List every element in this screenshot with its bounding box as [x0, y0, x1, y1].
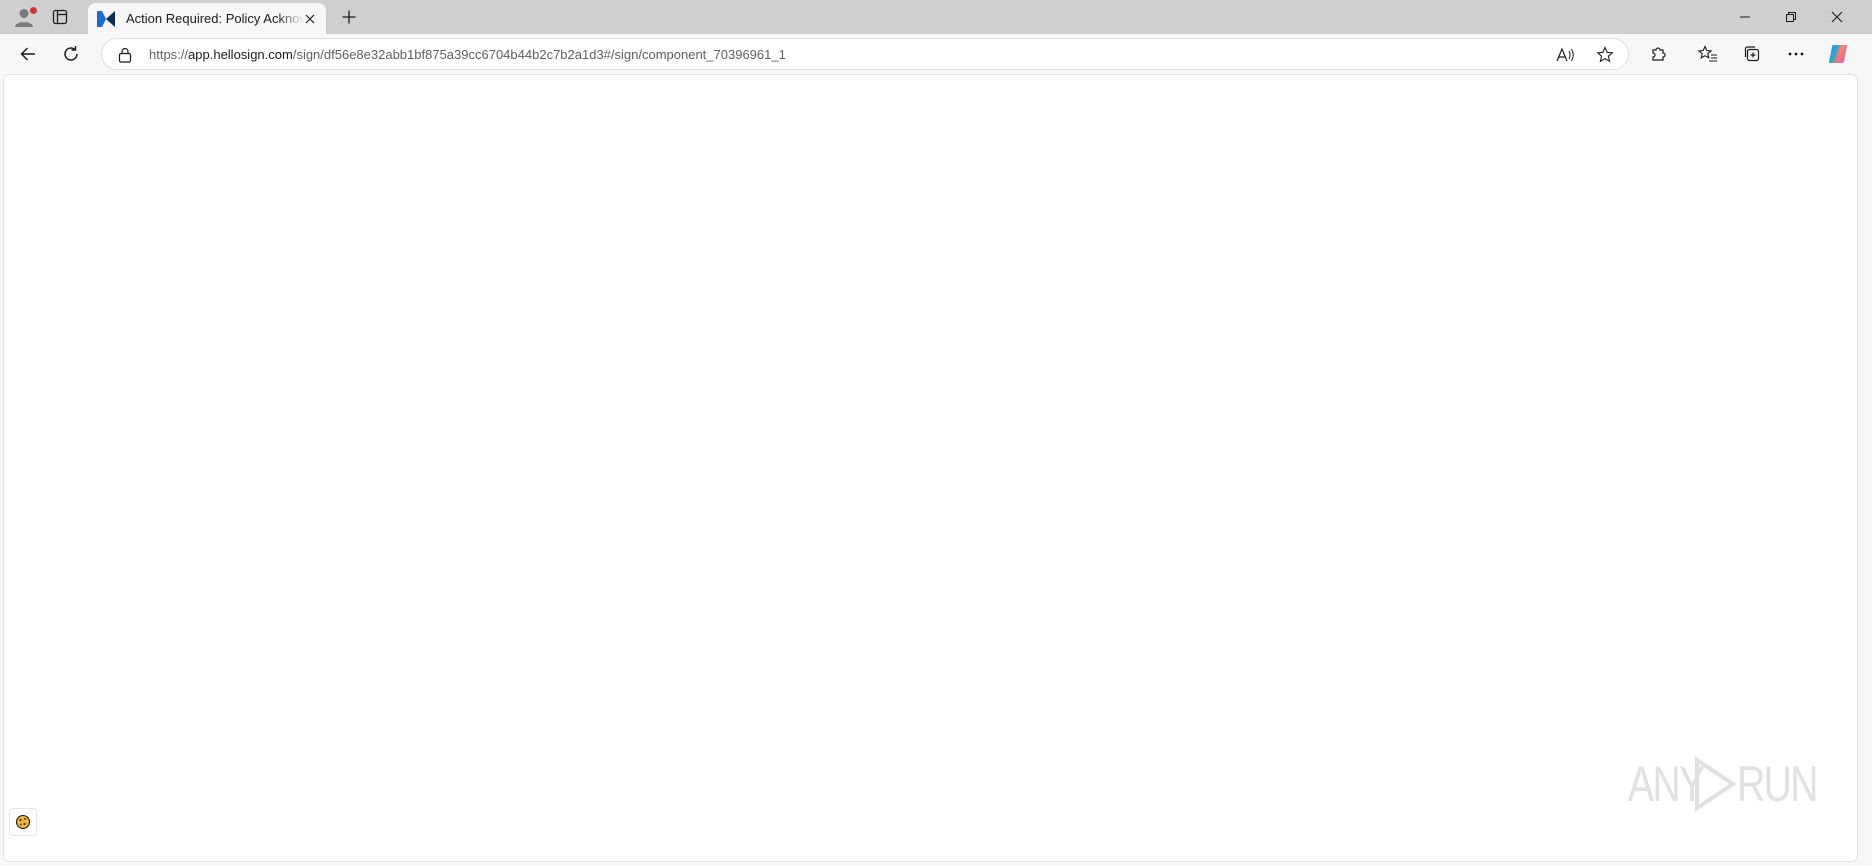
- puzzle-icon: [1652, 47, 1666, 61]
- minimize-icon: [1740, 16, 1750, 18]
- plus-icon: [342, 10, 356, 24]
- favorites-list-icon: [1698, 45, 1717, 62]
- tab-title: Action Required: Policy Acknowledgement: [126, 11, 304, 26]
- site-info-button[interactable]: [116, 46, 134, 64]
- browser-window: Action Required: Policy Acknowledgement: [0, 0, 1872, 866]
- copilot-icon: [1828, 45, 1848, 63]
- collections-button[interactable]: [1736, 38, 1768, 70]
- url-path: /sign/df56e8e32abb1bf875a39cc6704b44b2c7…: [292, 47, 786, 62]
- refresh-button[interactable]: [55, 38, 87, 70]
- profile-button[interactable]: [10, 4, 38, 30]
- more-button[interactable]: [1780, 38, 1812, 70]
- close-window-button[interactable]: [1814, 0, 1860, 34]
- lock-icon: [118, 47, 132, 63]
- star-icon: [1596, 46, 1614, 63]
- notification-dot: [29, 6, 38, 15]
- vertical-scrollbar[interactable]: [1858, 74, 1872, 862]
- cookie-settings-button[interactable]: [9, 808, 37, 836]
- restore-button[interactable]: [1768, 0, 1814, 34]
- close-icon: [305, 14, 315, 24]
- read-aloud-icon: [1556, 47, 1574, 62]
- favorites-button[interactable]: [1692, 38, 1724, 70]
- new-tab-button[interactable]: [336, 5, 362, 29]
- restore-icon: [1786, 12, 1796, 22]
- cookie-icon: [15, 814, 31, 830]
- copilot-button[interactable]: [1822, 38, 1854, 70]
- tab-actions-button[interactable]: [48, 5, 72, 29]
- url-host: app.hellosign.com: [188, 47, 293, 62]
- anyrun-watermark: ANY RUN: [1628, 754, 1839, 814]
- back-arrow-icon: [20, 47, 35, 61]
- add-favorite-button[interactable]: [1593, 44, 1617, 66]
- close-tab-button[interactable]: [300, 9, 320, 29]
- minimize-button[interactable]: [1722, 0, 1768, 34]
- extensions-button[interactable]: [1643, 38, 1675, 70]
- page-content: [3, 74, 1858, 862]
- collections-icon: [1744, 46, 1760, 62]
- url-scheme: https://: [149, 47, 189, 62]
- hellosign-favicon: [96, 9, 116, 29]
- refresh-icon: [64, 46, 78, 61]
- close-icon: [1831, 11, 1843, 23]
- navigation-toolbar: https://app.hellosign.com/sign/df56e8e32…: [0, 34, 1872, 74]
- read-aloud-button[interactable]: [1554, 44, 1578, 66]
- tab-strip: Action Required: Policy Acknowledgement: [0, 0, 1872, 34]
- watermark-text-left: ANY: [1628, 756, 1705, 812]
- url-text[interactable]: https://app.hellosign.com/sign/df56e8e32…: [149, 47, 786, 62]
- tab-actions-icon: [52, 9, 68, 25]
- more-icon: [1788, 52, 1804, 56]
- tab-active[interactable]: Action Required: Policy Acknowledgement: [88, 3, 326, 34]
- address-bar[interactable]: https://app.hellosign.com/sign/df56e8e32…: [101, 38, 1629, 70]
- watermark-text-right: RUN: [1736, 756, 1818, 812]
- back-button[interactable]: [12, 38, 44, 70]
